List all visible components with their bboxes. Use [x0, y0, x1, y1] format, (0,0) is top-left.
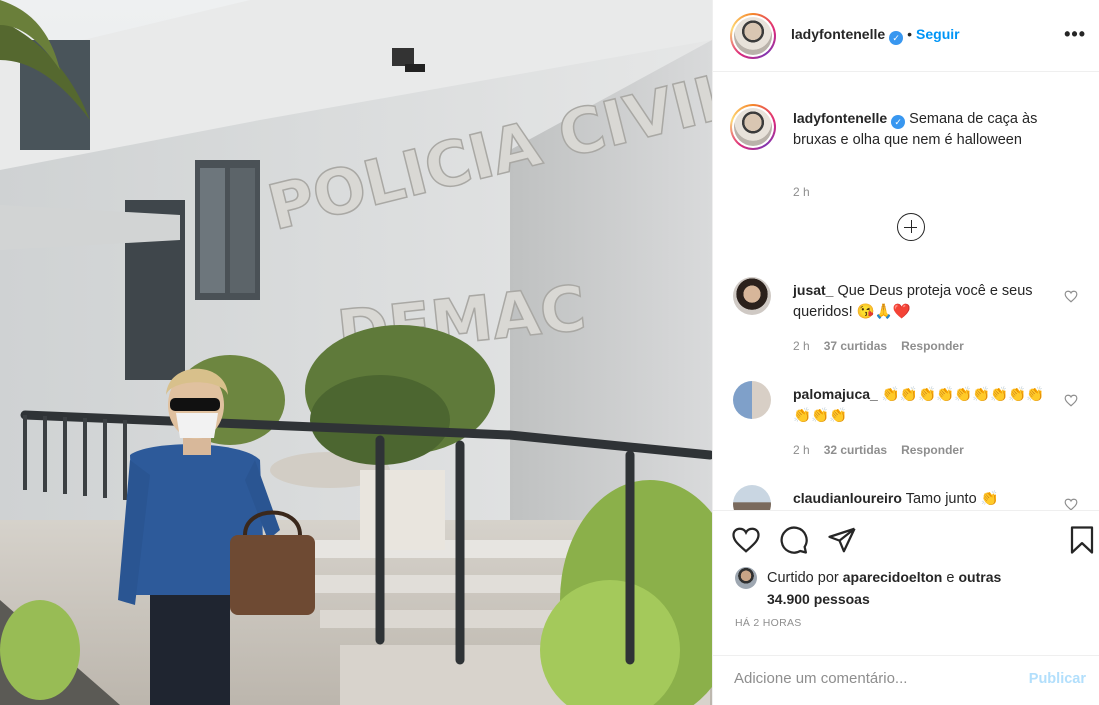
comments-section: ladyfontenelle ✓ Semana de caça às bruxas… [713, 73, 1099, 510]
comment-meta: 2 h 32 curtidas Responder [793, 443, 964, 457]
comment-time[interactable]: 2 h [793, 339, 810, 353]
bookmark-icon[interactable] [1067, 525, 1097, 555]
comment-time[interactable]: 2 h [793, 443, 810, 457]
comment-icon[interactable] [779, 525, 809, 555]
liked-by-suffix: e [946, 570, 955, 586]
post-age[interactable]: HÁ 2 HORAS [735, 617, 802, 629]
comment-likes[interactable]: 32 curtidas [824, 443, 887, 457]
comment-input[interactable]: Adicione um comentário... [734, 670, 907, 687]
commenter-avatar[interactable] [733, 277, 771, 315]
load-more-comments-icon[interactable] [897, 213, 925, 241]
like-comment-heart-icon[interactable] [1064, 498, 1078, 510]
verified-badge-icon: ✓ [889, 31, 904, 45]
liked-by-username[interactable]: aparecidoelton [843, 569, 943, 585]
like-comment-heart-icon[interactable] [1064, 394, 1078, 407]
commenter-avatar[interactable] [733, 381, 771, 419]
follow-button[interactable]: Seguir [916, 26, 960, 42]
caption-text-block: ladyfontenelle ✓ Semana de caça às bruxas… [793, 108, 1078, 151]
separator-dot: • [907, 26, 913, 42]
like-comment-heart-icon[interactable] [1064, 290, 1078, 303]
verified-badge-icon: ✓ [891, 115, 906, 129]
liker-avatar[interactable] [735, 567, 757, 589]
reply-button[interactable]: Responder [901, 443, 964, 457]
post-actions: Curtido por aparecidoelton e outras 34.9… [713, 510, 1099, 660]
heart-icon[interactable] [731, 525, 761, 555]
reply-button[interactable]: Responder [901, 339, 964, 353]
comment-text-block: claudianloureiro Tamo junto 👏 [793, 488, 1048, 510]
comment-username[interactable]: jusat_ [793, 282, 833, 298]
post-header: ladyfontenelle ✓ • Seguir ••• [713, 0, 1099, 72]
author-username[interactable]: ladyfontenelle [791, 26, 885, 42]
post-photo[interactable]: POLICIA CIVIL DEMAC [0, 0, 712, 705]
comment-text: Tamo junto 👏 [905, 491, 999, 507]
caption-username[interactable]: ladyfontenelle [793, 110, 887, 126]
caption-author-avatar[interactable] [730, 104, 776, 150]
caption-timestamp[interactable]: 2 h [793, 185, 810, 199]
comment-username[interactable]: claudianloureiro [793, 490, 902, 506]
post-photo-illustration: POLICIA CIVIL DEMAC [0, 0, 712, 705]
liked-by-text: Curtido por aparecidoelton e outras 34.9… [767, 567, 1027, 611]
comment-meta: 2 h 37 curtidas Responder [793, 339, 964, 353]
add-comment-bar: Adicione um comentário... Publicar [713, 655, 1099, 705]
commenter-avatar[interactable] [733, 485, 771, 510]
post-details-panel: ladyfontenelle ✓ • Seguir ••• ladyfontenell… [712, 0, 1099, 705]
share-icon[interactable] [827, 525, 857, 555]
liked-by-prefix: Curtido por [767, 570, 839, 586]
comment-text-block: palomajuca_ 👏👏👏👏👏👏👏👏👏👏👏👏 [793, 384, 1048, 427]
comment-text-block: jusat_ Que Deus proteja você e seus quer… [793, 280, 1048, 323]
comment-likes[interactable]: 37 curtidas [824, 339, 887, 353]
more-options-icon[interactable]: ••• [1064, 24, 1086, 45]
comment-username[interactable]: palomajuca_ [793, 386, 878, 402]
author-avatar[interactable] [730, 13, 776, 59]
publish-button[interactable]: Publicar [1029, 671, 1086, 687]
